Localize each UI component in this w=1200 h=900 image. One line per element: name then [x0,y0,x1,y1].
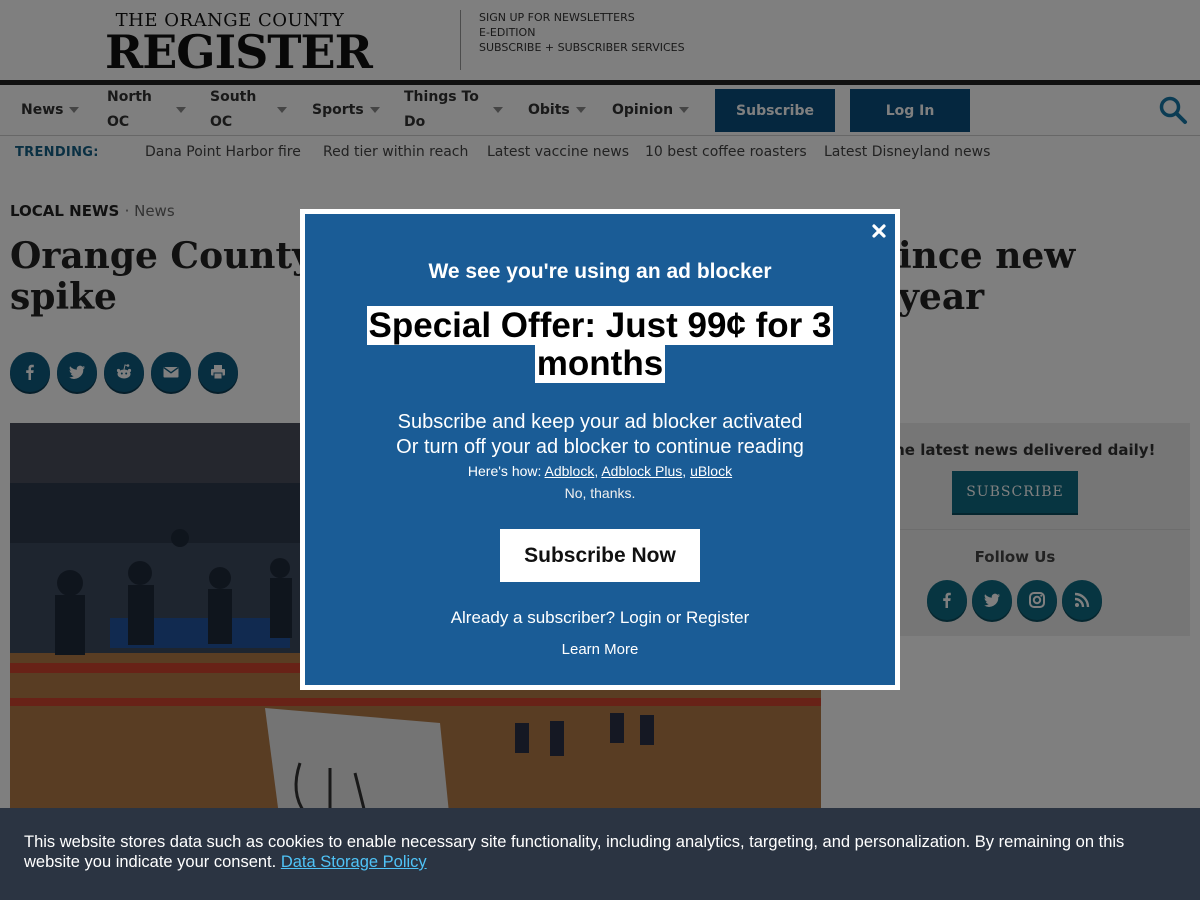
close-icon [872,224,886,238]
adblock-modal-body: We see you're using an ad blocker Specia… [305,214,895,685]
special-offer-text: Special Offer: Just 99¢ for 3 months [305,306,895,383]
login-register-link[interactable]: Already a subscriber? Login or Register [305,608,895,628]
data-storage-policy-link[interactable]: Data Storage Policy [281,853,427,871]
close-button[interactable] [868,220,890,242]
howto-prefix: Here's how: [467,463,545,479]
modal-message: Subscribe and keep your ad blocker activ… [305,410,895,460]
adblock-link[interactable]: Adblock [545,463,595,479]
howto-line: Here's how: Adblock, Adblock Plus, uBloc… [467,463,733,479]
offer-highlight: Special Offer: Just 99¢ for 3 months [366,306,834,383]
ublock-link[interactable]: uBlock [690,463,732,479]
modal-heading: We see you're using an ad blocker [428,260,772,283]
cookie-banner: This website stores data such as cookies… [0,808,1200,900]
message-line-1: Subscribe and keep your ad blocker activ… [397,411,803,433]
learn-more-link[interactable]: Learn More [305,641,895,658]
adblock-plus-link[interactable]: Adblock Plus [601,463,682,479]
no-thanks-link[interactable]: No, thanks. [305,485,895,501]
subscribe-now-button[interactable]: Subscribe Now [500,529,700,582]
cookie-text: This website stores data such as cookies… [24,833,1125,871]
adblock-modal: We see you're using an ad blocker Specia… [300,209,900,690]
message-line-2: Or turn off your ad blocker to continue … [396,436,804,458]
